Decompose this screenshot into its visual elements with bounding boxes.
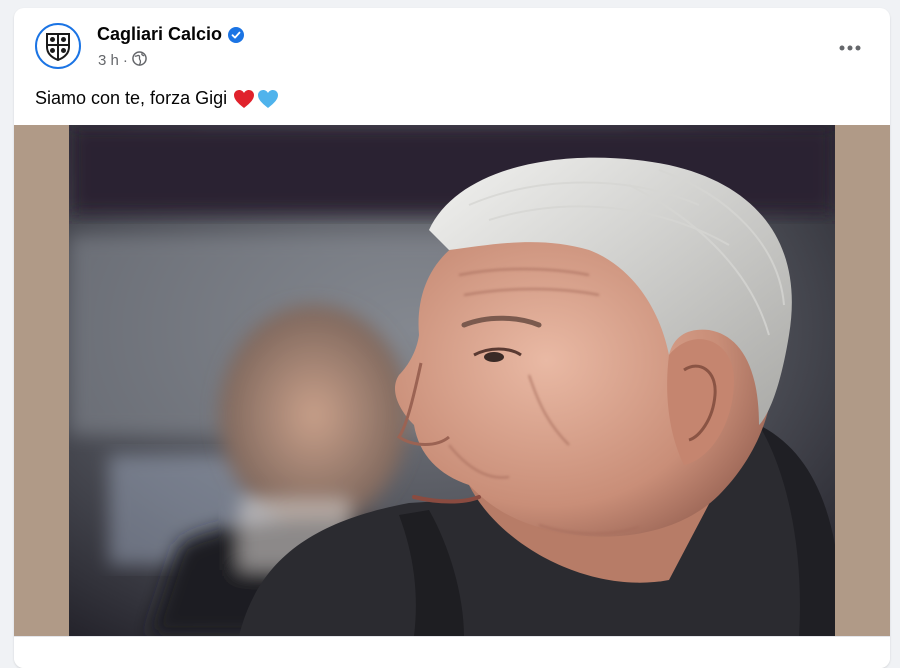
- post-caption: Siamo con te, forza Gigi: [35, 88, 279, 109]
- post-meta: 3 h ·: [98, 51, 147, 70]
- meta-separator: ·: [122, 52, 128, 69]
- post-media[interactable]: [14, 125, 890, 636]
- post-footer: [14, 636, 890, 668]
- post-time[interactable]: 3 h: [98, 52, 119, 69]
- avatar[interactable]: [35, 23, 81, 69]
- portrait-illustration: [69, 125, 835, 636]
- globe-icon: [132, 51, 147, 70]
- red-heart-icon: [233, 89, 255, 109]
- blue-heart-icon: [257, 89, 279, 109]
- page-name-label[interactable]: Cagliari Calcio: [97, 24, 222, 45]
- club-crest-icon: [46, 33, 70, 61]
- more-dots-icon: [839, 45, 861, 51]
- post-header: Cagliari Calcio 3 h ·: [14, 8, 890, 88]
- post-photo[interactable]: [69, 125, 835, 636]
- more-options-button[interactable]: [832, 30, 868, 66]
- verified-badge-icon: [228, 26, 245, 43]
- page-name[interactable]: Cagliari Calcio: [97, 24, 245, 45]
- caption-text: Siamo con te, forza Gigi: [35, 88, 228, 108]
- post-card: Cagliari Calcio 3 h · Siamo con te, forz…: [14, 8, 890, 668]
